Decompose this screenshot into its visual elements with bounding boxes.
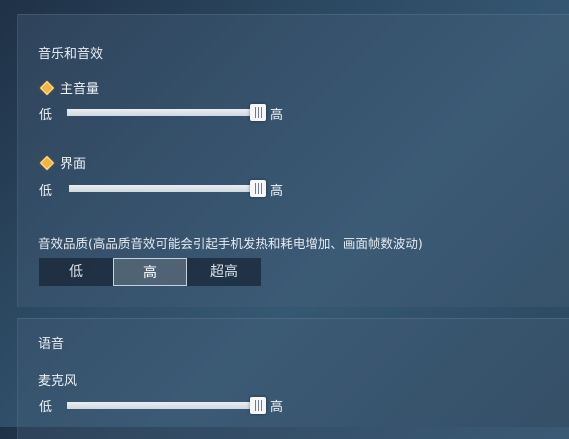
microphone-slider[interactable]	[67, 397, 266, 414]
diamond-icon	[39, 155, 55, 171]
microphone-fill	[67, 402, 258, 409]
interface-volume-high-label: 高	[270, 184, 284, 199]
voice-settings-panel: 语音 麦克风 低 高	[17, 318, 569, 439]
interface-volume-thumb[interactable]	[250, 180, 266, 197]
sound-quality-description: 音效品质(高品质音效可能会引起手机发热和耗电增加、画面帧数波动)	[38, 236, 423, 251]
interface-volume-fill	[69, 185, 258, 192]
quality-option-high[interactable]: 高	[113, 258, 187, 286]
section-title-audio: 音乐和音效	[38, 47, 104, 62]
master-volume-slider[interactable]	[67, 104, 266, 121]
master-volume-low-label: 低	[39, 108, 53, 123]
master-volume-fill	[67, 109, 258, 116]
master-volume-thumb[interactable]	[250, 104, 266, 121]
sound-quality-selector: 低 高 超高	[39, 258, 261, 286]
diamond-icon	[39, 80, 55, 96]
quality-option-low[interactable]: 低	[39, 258, 113, 286]
microphone-high-label: 高	[270, 400, 284, 415]
microphone-thumb[interactable]	[250, 397, 266, 414]
master-volume-label: 主音量	[60, 82, 100, 97]
interface-volume-low-label: 低	[39, 184, 53, 199]
microphone-label: 麦克风	[38, 374, 78, 389]
section-title-voice: 语音	[38, 337, 65, 352]
quality-option-ultra[interactable]: 超高	[187, 258, 261, 286]
microphone-low-label: 低	[39, 400, 53, 415]
master-volume-high-label: 高	[270, 108, 284, 123]
interface-volume-slider[interactable]	[69, 180, 266, 197]
audio-settings-panel: 音乐和音效 主音量 低 高 界面 低 高 音效品质(高品质音效可能会引起手机发热…	[17, 14, 569, 307]
interface-volume-label: 界面	[60, 157, 87, 172]
